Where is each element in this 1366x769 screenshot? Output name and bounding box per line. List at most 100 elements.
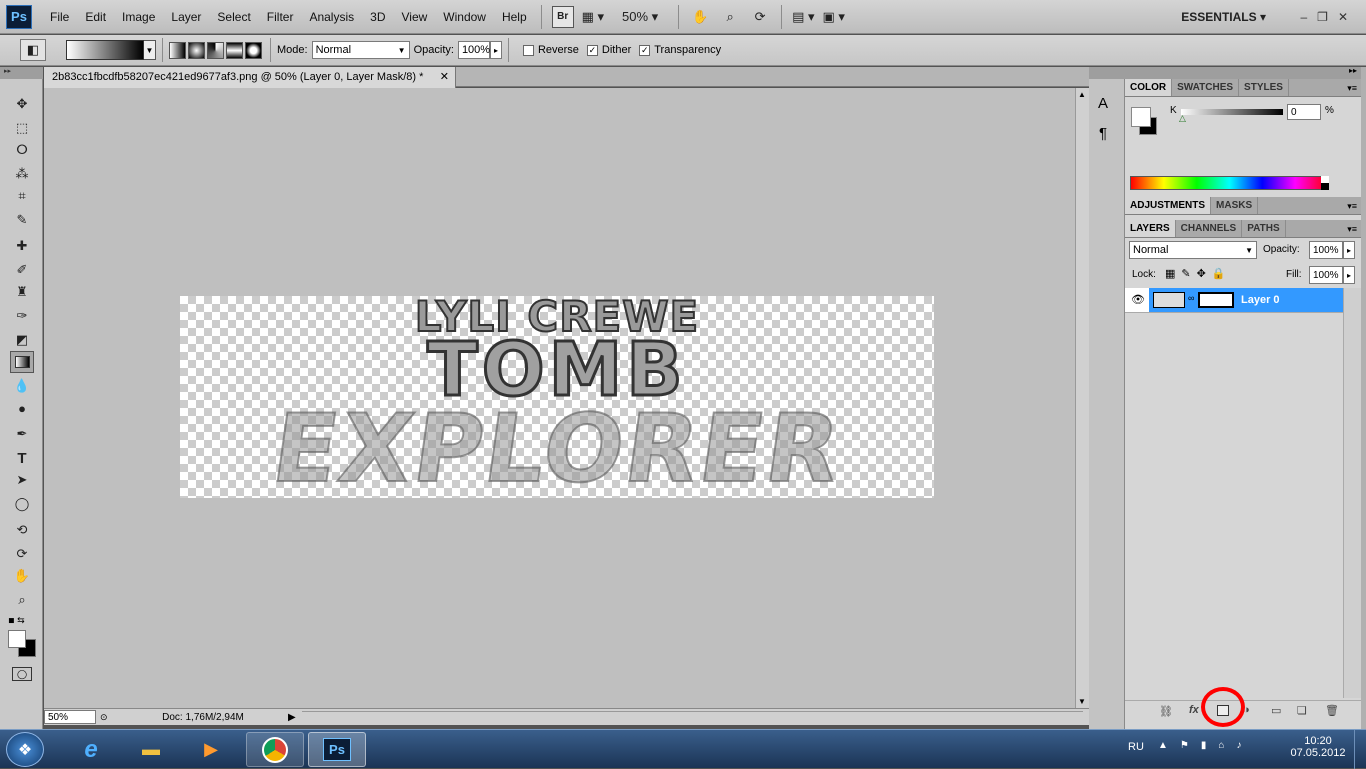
fill-slider-toggle[interactable]: ▸ xyxy=(1343,266,1355,284)
menu-filter[interactable]: Filter xyxy=(259,0,302,34)
blend-mode-select[interactable]: Normal ▼ xyxy=(1129,241,1257,259)
layers-scrollbar[interactable] xyxy=(1343,288,1361,698)
reflected-gradient-icon[interactable] xyxy=(226,41,243,59)
menu-window[interactable]: Window xyxy=(435,0,494,34)
clock[interactable]: 10:20 07.05.2012 xyxy=(1288,735,1348,759)
zoom-tool-icon[interactable]: ⌕ xyxy=(719,6,741,28)
language-indicator[interactable]: RU xyxy=(1128,741,1144,753)
start-button[interactable]: ❖ xyxy=(6,732,44,767)
eye-icon[interactable]: 👁 xyxy=(1131,293,1145,306)
tab-masks[interactable]: MASKS xyxy=(1211,197,1259,214)
internet-explorer-icon[interactable]: e xyxy=(62,732,120,767)
reverse-checkbox[interactable]: Reverse xyxy=(522,44,579,56)
hand-icon[interactable]: ✋ xyxy=(689,6,711,28)
flag-icon[interactable]: ⚑ xyxy=(1180,740,1201,751)
delete-layer-icon[interactable]: 🗑 xyxy=(1325,704,1339,717)
dither-checkbox[interactable]: ✓ Dither xyxy=(586,44,631,56)
menu-analysis[interactable]: Analysis xyxy=(301,0,362,34)
bridge-button[interactable]: Br xyxy=(551,5,574,28)
link-layers-icon[interactable]: ⛓ xyxy=(1159,705,1173,718)
character-panel-icon[interactable]: A xyxy=(1098,95,1108,112)
opacity-slider-toggle[interactable]: ▸ xyxy=(489,41,502,59)
radial-gradient-icon[interactable] xyxy=(188,41,205,59)
pen-tool-icon[interactable]: ✒ xyxy=(10,423,34,445)
menu-layer[interactable]: Layer xyxy=(163,0,209,34)
mode-select[interactable]: Normal ▼ xyxy=(311,41,410,59)
status-menu-icon[interactable]: ▶ xyxy=(288,712,296,723)
menu-help[interactable]: Help xyxy=(494,0,535,34)
menu-file[interactable]: File xyxy=(42,0,77,34)
hand-tool-icon[interactable]: ✋ xyxy=(10,565,34,587)
link-icon[interactable]: ∞ xyxy=(1188,293,1194,303)
brush-tool-icon[interactable]: ✐ xyxy=(10,259,34,281)
media-player-icon[interactable]: ▶ xyxy=(182,732,240,767)
fill-input[interactable]: 100% xyxy=(1309,266,1343,284)
chrome-icon[interactable] xyxy=(246,732,304,767)
tab-styles[interactable]: STYLES xyxy=(1239,79,1289,96)
zoom-dropdown[interactable]: 50% ▾ xyxy=(612,6,668,28)
rotate-view-icon[interactable]: ⟳ xyxy=(749,6,771,28)
collapse-icon[interactable]: ▸▸ xyxy=(1349,66,1357,75)
menu-view[interactable]: View xyxy=(393,0,435,34)
crop-tool-icon[interactable]: ⌗ xyxy=(10,185,34,207)
panel-menu-icon[interactable]: ▾≡ xyxy=(1347,220,1357,238)
paragraph-panel-icon[interactable]: ¶ xyxy=(1099,125,1107,142)
status-options-icon[interactable]: ⊙ xyxy=(100,712,114,723)
dodge-tool-icon[interactable]: ● xyxy=(10,397,34,419)
fx-icon[interactable]: fx xyxy=(1189,704,1199,716)
view-extras-icon[interactable]: ▦ ▾ xyxy=(582,6,604,28)
lock-transparent-icon[interactable]: ▦ xyxy=(1165,268,1181,280)
clone-stamp-icon[interactable]: ♜ xyxy=(10,281,34,303)
quick-mask-icon[interactable]: ◯ xyxy=(12,667,32,681)
healing-brush-icon[interactable]: ✚ xyxy=(10,235,34,257)
3d-orbit-icon[interactable]: ⟳ xyxy=(10,543,34,565)
tool-preset-picker[interactable]: ◧ xyxy=(20,39,46,61)
close-icon[interactable]: ✕ xyxy=(1338,10,1358,24)
move-tool-icon[interactable]: ✥ xyxy=(10,93,34,115)
tab-channels[interactable]: CHANNELS xyxy=(1176,220,1243,237)
tab-color[interactable]: COLOR xyxy=(1125,79,1173,96)
transparency-checkbox[interactable]: ✓ Transparency xyxy=(639,44,721,56)
zoom-level-input[interactable]: 50% xyxy=(44,710,96,724)
scroll-up-icon[interactable]: ▲ xyxy=(1078,90,1086,99)
path-selection-icon[interactable]: ➤ xyxy=(10,469,34,491)
ramp-white[interactable] xyxy=(1321,176,1329,183)
menu-select[interactable]: Select xyxy=(209,0,258,34)
foreground-color-swatch[interactable] xyxy=(8,630,26,648)
opacity-slider-toggle[interactable]: ▸ xyxy=(1343,241,1355,259)
color-fg-swatch[interactable] xyxy=(1131,107,1151,127)
eraser-icon[interactable]: ◩ xyxy=(10,329,34,351)
eyedropper-icon[interactable]: ✎ xyxy=(10,209,34,231)
document-tab[interactable]: 2b83cc1fbcdfb58207ec421ed9677af3.png @ 5… xyxy=(44,67,456,88)
panel-menu-icon[interactable]: ▾≡ xyxy=(1347,197,1357,215)
marquee-tool-icon[interactable]: ⬚ xyxy=(10,117,34,139)
arrange-documents-icon[interactable]: ▤ ▾ xyxy=(792,6,814,28)
explorer-icon[interactable]: ▬ xyxy=(122,732,180,767)
workspace-switcher[interactable]: ESSENTIALS ▾ xyxy=(1181,0,1266,34)
blur-tool-icon[interactable]: 💧 xyxy=(10,375,34,397)
k-slider-track[interactable] xyxy=(1181,109,1283,115)
minimize-icon[interactable]: – xyxy=(1300,10,1317,24)
shape-tool-icon[interactable]: ◯ xyxy=(10,493,34,515)
new-group-icon[interactable]: ▭ xyxy=(1271,704,1281,717)
horizontal-scrollbar[interactable] xyxy=(301,711,1083,723)
network-icon[interactable]: ⌂ xyxy=(1218,740,1236,751)
ramp-black[interactable] xyxy=(1321,183,1329,190)
vertical-scrollbar[interactable]: ▲ ▼ xyxy=(1075,88,1089,708)
layer-opacity-input[interactable]: 100% xyxy=(1309,241,1343,259)
layer-row[interactable]: 👁 ∞ Layer 0 xyxy=(1125,288,1343,313)
diamond-gradient-icon[interactable] xyxy=(245,41,262,59)
zoom-tool-icon[interactable]: ⌕ xyxy=(10,589,34,611)
volume-icon[interactable]: ♪ xyxy=(1236,740,1253,751)
screen-mode-icon[interactable]: ▣ ▾ xyxy=(823,6,845,28)
show-desktop-button[interactable] xyxy=(1354,730,1366,769)
photoshop-taskbar-button[interactable]: Ps xyxy=(308,732,366,767)
panel-collapse-icon[interactable]: ▸▸ xyxy=(0,67,43,79)
document-canvas[interactable]: LYLI CREWE TOMB EXPLORER xyxy=(180,291,934,505)
panel-menu-icon[interactable]: ▾≡ xyxy=(1347,79,1357,97)
tab-layers[interactable]: LAYERS xyxy=(1125,220,1176,237)
chevron-down-icon[interactable]: ▼ xyxy=(144,40,156,60)
lasso-tool-icon[interactable]: ⵔ xyxy=(10,139,34,161)
k-value-input[interactable]: 0 xyxy=(1287,104,1321,120)
layer-mask-thumbnail[interactable] xyxy=(1198,292,1234,308)
